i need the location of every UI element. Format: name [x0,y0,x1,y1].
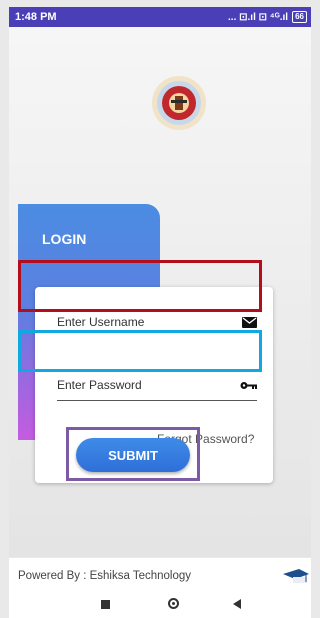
signal-icons: ... ⊡.ıl ⊡ ⁴ᴳ.ıl [228,11,289,23]
mail-icon [242,316,257,328]
username-input[interactable]: Enter Username [57,315,144,329]
status-icons: ... ⊡.ıl ⊡ ⁴ᴳ.ıl 66 [228,11,307,23]
powered-by-text: Powered By : Eshiksa Technology [18,570,192,582]
battery-icon: 66 [292,11,307,23]
password-input[interactable]: Enter Password [57,378,142,392]
footer: Powered By : Eshiksa Technology [9,558,311,594]
back-icon[interactable] [233,599,241,609]
username-highlight-box [18,260,262,312]
password-highlight-box [18,330,262,372]
key-icon [240,381,257,389]
home-icon[interactable] [168,598,179,609]
android-nav-bar [9,594,311,618]
college-logo-icon [152,76,206,130]
password-field[interactable]: Enter Password [57,373,257,401]
submit-button[interactable]: SUBMIT [76,438,190,472]
login-title: LOGIN [42,231,87,247]
status-time: 1:48 PM [15,11,57,23]
password-underline [57,400,257,401]
recent-apps-icon[interactable] [101,600,110,609]
eshiksa-logo-icon [283,569,309,583]
status-bar: 1:48 PM ... ⊡.ıl ⊡ ⁴ᴳ.ıl 66 [9,7,311,27]
